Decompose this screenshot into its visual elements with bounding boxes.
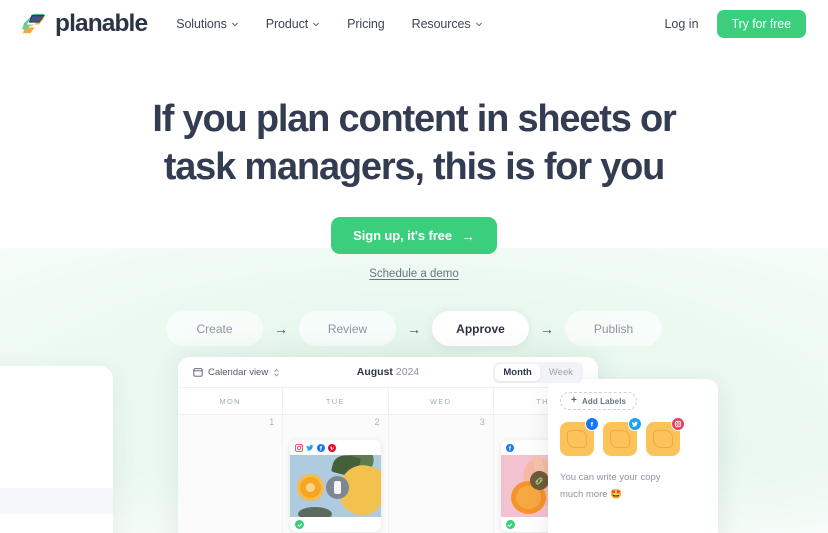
facebook-icon	[317, 443, 326, 452]
calendar-day-column-mon: MON 1	[178, 388, 284, 533]
image-placeholder-icon	[567, 430, 587, 448]
day-number: 3	[388, 414, 493, 436]
calendar-day-column-tue: TUE 2	[283, 388, 389, 533]
day-header: MON	[219, 396, 241, 406]
arrow-right-icon: →	[460, 227, 475, 244]
workflow-stepper: Create → Review → Approve → Publish	[0, 311, 828, 346]
hero-section: If you plan content in sheets or task ma…	[0, 48, 828, 280]
step-arrow-icon: →	[407, 320, 421, 337]
page-title: If you plan content in sheets or task ma…	[0, 100, 828, 186]
step-publish[interactable]: Publish	[565, 311, 662, 346]
calendar-day-column-wed: WED 3	[388, 388, 494, 533]
signup-button-label: Sign up, it's free	[353, 228, 452, 243]
chevron-down-icon	[475, 22, 482, 27]
nav-item-resources[interactable]: Resources	[412, 17, 483, 31]
copy-line-2: much more 🤩	[560, 488, 622, 500]
instagram-icon	[295, 443, 304, 452]
day-cell-wed[interactable]	[388, 436, 493, 533]
calendar-icon	[193, 368, 203, 377]
post-status	[290, 517, 380, 532]
facebook-badge-icon	[585, 417, 599, 431]
calendar-range-toggle: Month Week	[493, 361, 583, 383]
nav-item-product[interactable]: Product	[266, 17, 320, 31]
link-badge-icon	[529, 471, 549, 490]
add-labels-label: Add Labels	[581, 396, 627, 406]
header-actions: Log in Try for free	[664, 10, 806, 38]
image-placeholder-icon	[653, 430, 673, 448]
calendar-view-selector[interactable]: Calendar view	[193, 367, 280, 378]
thumbnail-instagram[interactable]	[646, 417, 685, 456]
step-arrow-icon: →	[274, 320, 288, 337]
chevron-down-icon	[231, 22, 238, 27]
nav-label: Resources	[411, 17, 471, 31]
approved-check-icon	[505, 520, 515, 529]
day-number: 2	[283, 414, 388, 436]
add-labels-button[interactable]: + Add Labels	[560, 392, 638, 410]
schedule-demo-link[interactable]: Schedule a demo	[0, 268, 828, 280]
chevron-down-icon	[313, 22, 319, 27]
calendar-month-name: August	[356, 366, 393, 378]
day-header: WED	[429, 396, 452, 406]
facebook-icon	[505, 443, 514, 452]
calendar-app-card: Calendar view August 2024 Month Week MON…	[178, 357, 598, 533]
nav-item-solutions[interactable]: Solutions	[176, 17, 239, 31]
twitter-icon	[306, 444, 314, 451]
day-header: TUE	[325, 396, 345, 406]
headline-line-2: task managers, this is for you	[163, 146, 666, 188]
post-channels	[290, 440, 380, 455]
nav-label: Solutions	[176, 17, 227, 31]
site-header: planable Solutions Product Pricing Resou…	[0, 0, 828, 48]
day-cell-mon[interactable]	[178, 436, 283, 533]
headline-line-1: If you plan content in sheets or	[152, 98, 676, 140]
logo[interactable]: planable	[20, 10, 148, 38]
copy-line-1: You can write your copy	[560, 472, 661, 483]
panel-row-divider	[0, 488, 113, 514]
approved-check-icon	[295, 520, 305, 529]
calendar-grid: MON 1 TUE 2 WED 3 THU	[178, 387, 598, 533]
chevron-updown-icon	[274, 368, 279, 377]
day-cell-tue[interactable]	[283, 436, 388, 533]
login-link[interactable]: Log in	[664, 17, 698, 31]
calendar-year: 2024	[395, 366, 420, 378]
thumbnail-twitter[interactable]	[603, 417, 642, 456]
image-placeholder-icon	[610, 430, 630, 448]
logo-text: planable	[55, 10, 148, 37]
signup-button[interactable]: Sign up, it's free →	[331, 217, 497, 254]
day-number: 1	[178, 414, 283, 436]
post-image-orange-pineapple	[290, 455, 381, 517]
planable-logo-icon	[21, 13, 46, 33]
range-option-month[interactable]: Month	[495, 363, 540, 381]
step-create[interactable]: Create	[166, 311, 263, 346]
calendar-toolbar: Calendar view August 2024 Month Week	[178, 357, 598, 387]
nav-item-pricing[interactable]: Pricing	[347, 17, 385, 31]
instagram-badge-icon	[671, 417, 685, 431]
labels-composer-card: + Add Labels You can write your copy muc…	[548, 379, 718, 533]
step-arrow-icon: →	[540, 320, 554, 337]
range-option-week[interactable]: Week	[541, 364, 581, 381]
attachment-thumbnails	[560, 417, 706, 456]
step-approve[interactable]: Approve	[432, 311, 529, 346]
step-review[interactable]: Review	[299, 311, 396, 346]
composer-copy-text: You can write your copy much more 🤩	[560, 470, 706, 503]
plus-icon: +	[571, 395, 577, 406]
left-panel-card	[0, 366, 113, 533]
try-for-free-button[interactable]: Try for free	[716, 10, 806, 38]
app-preview-stage: Calendar view August 2024 Month Week MON…	[0, 357, 828, 533]
calendar-view-label: Calendar view	[208, 366, 269, 378]
pinterest-icon	[328, 443, 337, 452]
thumbnail-facebook[interactable]	[560, 417, 599, 456]
post-card[interactable]	[290, 440, 381, 532]
nav-label: Product	[265, 17, 309, 31]
main-nav: Solutions Product Pricing Resources	[176, 17, 482, 31]
twitter-badge-icon	[628, 417, 642, 431]
nav-label: Pricing	[347, 17, 385, 31]
